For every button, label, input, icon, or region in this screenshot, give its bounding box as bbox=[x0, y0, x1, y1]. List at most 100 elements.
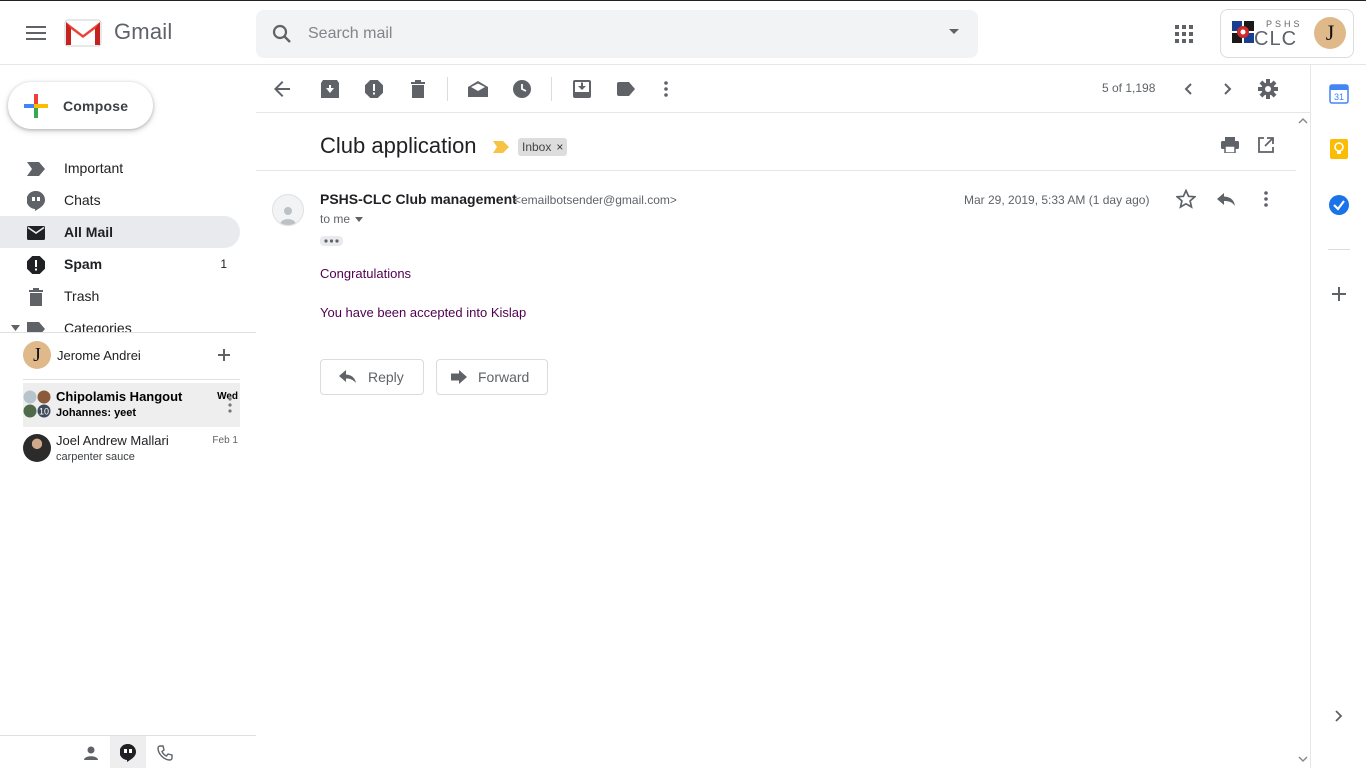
label-important-icon bbox=[27, 162, 45, 176]
conversation-date: Feb 1 bbox=[212, 435, 238, 446]
spam-count: 1 bbox=[220, 257, 227, 271]
main-menu-button[interactable] bbox=[16, 13, 56, 53]
open-new-window-button[interactable] bbox=[1258, 137, 1274, 153]
message-body-line: Congratulations bbox=[320, 266, 412, 281]
divider bbox=[1328, 249, 1350, 250]
subject-header: Club application Inbox × bbox=[256, 113, 1296, 171]
hangouts-self-row[interactable]: J Jerome Andrei bbox=[0, 333, 256, 379]
calendar-day: 31 bbox=[1334, 92, 1344, 102]
sender-name[interactable]: PSHS-CLC Club management bbox=[320, 191, 517, 207]
remove-label-button[interactable]: × bbox=[556, 140, 563, 154]
hamburger-menu-icon bbox=[26, 26, 46, 40]
gmail-wordmark: Gmail bbox=[114, 19, 173, 44]
search-options-dropdown-icon[interactable] bbox=[948, 28, 960, 36]
nav-label: Trash bbox=[64, 288, 100, 304]
hide-side-panel-button[interactable] bbox=[1328, 705, 1350, 727]
recipients-toggle[interactable]: to me bbox=[320, 212, 364, 226]
reply-icon bbox=[1217, 193, 1235, 206]
more-actions-button[interactable] bbox=[654, 77, 678, 101]
print-icon bbox=[1221, 137, 1239, 153]
nav-item-chats[interactable]: Chats bbox=[0, 184, 240, 216]
search-icon[interactable] bbox=[270, 22, 294, 46]
move-to-button[interactable] bbox=[570, 77, 594, 101]
importance-marker-icon[interactable] bbox=[493, 141, 509, 153]
gmail-logo[interactable]: Gmail bbox=[64, 17, 172, 47]
conversation-item[interactable]: 10 Chipolamis Hangout Johannes: yeet Wed bbox=[23, 383, 240, 427]
account-avatar[interactable]: J bbox=[1314, 17, 1346, 49]
ellipsis-icon bbox=[324, 239, 339, 243]
sender-email: <emailbotsender@gmail.com> bbox=[514, 193, 677, 207]
forward-button[interactable]: Forward bbox=[436, 359, 548, 395]
nav-item-categories[interactable]: Categories bbox=[0, 312, 240, 332]
labels-button[interactable] bbox=[614, 77, 638, 101]
nav-item-all-mail[interactable]: All Mail bbox=[0, 216, 240, 248]
show-trimmed-content-button[interactable] bbox=[320, 236, 343, 246]
message-scrollbar[interactable] bbox=[1296, 114, 1310, 768]
settings-button[interactable] bbox=[1256, 77, 1280, 101]
message-toolbar: 5 of 1,198 bbox=[256, 65, 1310, 113]
archive-button[interactable] bbox=[318, 77, 342, 101]
get-addons-button[interactable] bbox=[1328, 283, 1350, 305]
chat-icon bbox=[27, 191, 45, 211]
chevron-left-icon bbox=[1184, 83, 1192, 95]
account-switcher[interactable]: PSHS CLC J bbox=[1220, 9, 1354, 58]
expand-caret-icon[interactable] bbox=[11, 325, 20, 331]
phone-icon bbox=[157, 744, 173, 761]
newer-button[interactable] bbox=[1176, 77, 1200, 101]
divider bbox=[23, 379, 240, 380]
keep-button[interactable] bbox=[1328, 138, 1350, 160]
snooze-button[interactable] bbox=[510, 77, 534, 101]
apps-grid-icon bbox=[1175, 25, 1193, 43]
more-vert-icon bbox=[664, 81, 668, 97]
calendar-icon: 31 bbox=[1329, 84, 1349, 104]
nav-item-spam[interactable]: Spam 1 bbox=[0, 248, 240, 280]
self-name: Jerome Andrei bbox=[57, 348, 141, 363]
conversation-name: Joel Andrew Mallari bbox=[56, 433, 169, 448]
compose-plus-icon bbox=[24, 93, 48, 118]
contact-avatar bbox=[23, 434, 51, 462]
hangouts-tabs bbox=[0, 735, 256, 768]
tab-calls[interactable] bbox=[147, 736, 183, 768]
mail-folders: Important Chats All Mail Spam 1 Trash Ca… bbox=[0, 152, 256, 332]
print-all-button[interactable] bbox=[1221, 137, 1239, 153]
nav-item-trash[interactable]: Trash bbox=[0, 280, 240, 312]
nav-label: Chats bbox=[64, 192, 101, 208]
nav-item-important[interactable]: Important bbox=[0, 152, 240, 184]
scroll-down-arrow-icon[interactable] bbox=[1296, 754, 1310, 764]
reply-icon-button[interactable] bbox=[1216, 189, 1236, 209]
clock-icon bbox=[513, 80, 531, 98]
self-avatar[interactable]: J bbox=[23, 341, 51, 369]
reply-button[interactable]: Reply bbox=[320, 359, 424, 395]
message-more-button[interactable] bbox=[1256, 189, 1276, 209]
trash-icon bbox=[411, 80, 425, 98]
scroll-up-arrow-icon[interactable] bbox=[1296, 116, 1310, 126]
tab-hangouts[interactable] bbox=[110, 736, 146, 768]
tasks-button[interactable] bbox=[1328, 194, 1350, 216]
delete-button[interactable] bbox=[406, 77, 430, 101]
chevron-right-icon bbox=[1335, 710, 1343, 722]
new-conversation-button[interactable] bbox=[214, 345, 234, 365]
report-spam-button[interactable] bbox=[362, 77, 386, 101]
gear-icon bbox=[1258, 79, 1278, 99]
person-icon bbox=[84, 746, 98, 760]
mail-icon bbox=[27, 226, 45, 240]
google-apps-button[interactable] bbox=[1164, 14, 1204, 54]
older-button[interactable] bbox=[1216, 77, 1240, 101]
search-input[interactable] bbox=[308, 22, 908, 46]
star-button[interactable] bbox=[1176, 189, 1196, 209]
back-button[interactable] bbox=[270, 77, 294, 101]
mark-unread-button[interactable] bbox=[466, 77, 490, 101]
default-person-icon bbox=[280, 207, 296, 225]
search-bar[interactable] bbox=[256, 10, 978, 58]
tab-contacts[interactable] bbox=[73, 736, 109, 768]
pagination-count: 5 of 1,198 bbox=[1102, 81, 1156, 95]
more-options-icon[interactable] bbox=[228, 397, 232, 413]
report-spam-icon bbox=[365, 80, 383, 98]
conversation-item[interactable]: Joel Andrew Mallari carpenter sauce Feb … bbox=[23, 427, 240, 471]
add-icon bbox=[218, 349, 230, 361]
calendar-button[interactable]: 31 bbox=[1328, 83, 1350, 105]
message-date: Mar 29, 2019, 5:33 AM (1 day ago) bbox=[964, 193, 1150, 207]
sender-avatar[interactable] bbox=[272, 194, 304, 226]
compose-button[interactable]: Compose bbox=[8, 82, 153, 129]
hangouts-icon bbox=[120, 743, 136, 762]
